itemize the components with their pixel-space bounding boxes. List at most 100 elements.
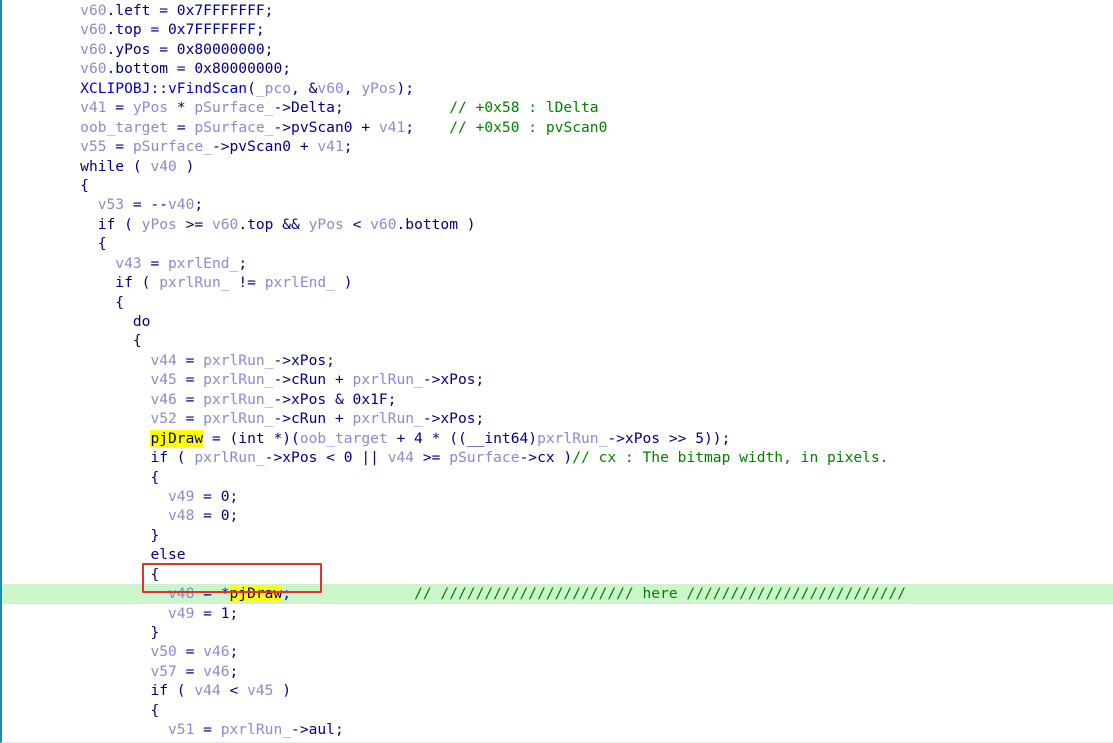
code-line[interactable]: v60.bottom = 0x80000000; xyxy=(2,59,1113,78)
code-line[interactable]: v45 = pxrlRun_->cRun + pxrlRun_->xPos; xyxy=(2,370,1113,389)
code-variable[interactable]: v60 xyxy=(80,41,106,58)
code-line[interactable]: v46 = pxrlRun_->xPos & 0x1F; xyxy=(2,390,1113,409)
code-variable[interactable]: yPos xyxy=(133,99,168,116)
code-line[interactable]: { xyxy=(2,565,1113,584)
code-variable[interactable]: pxrlRun_ xyxy=(537,430,607,447)
code-variable[interactable]: pxrlRun_ xyxy=(353,410,423,427)
code-line[interactable]: v57 = v46; xyxy=(2,662,1113,681)
code-variable[interactable]: v57 xyxy=(150,663,176,680)
code-variable[interactable]: pxrlRun_ xyxy=(203,352,273,369)
code-line[interactable]: if ( pxrlRun_->xPos < 0 || v44 >= pSurfa… xyxy=(2,448,1113,467)
code-line-current[interactable]: v48 = *pjDraw; // //////////////////////… xyxy=(2,584,1113,604)
code-line[interactable]: pjDraw = (int *)(oob_target + 4 * ((__in… xyxy=(2,429,1113,448)
code-variable[interactable]: pxrlRun_ xyxy=(203,410,273,427)
code-variable[interactable]: v60 xyxy=(212,216,238,233)
code-variable[interactable]: v60 xyxy=(80,21,106,38)
code-variable[interactable]: pxrlRun_ xyxy=(203,371,273,388)
code-variable[interactable]: v45 xyxy=(247,682,273,699)
code-variable[interactable]: oob_target xyxy=(80,119,168,136)
code-variable[interactable]: v45 xyxy=(150,371,176,388)
code-variable[interactable]: v52 xyxy=(150,410,176,427)
code-variable[interactable]: v41 xyxy=(317,138,343,155)
code-variable[interactable]: v60 xyxy=(317,80,343,97)
code-line[interactable]: v60.left = 0x7FFFFFFF; xyxy=(2,1,1113,20)
code-line[interactable]: else xyxy=(2,545,1113,564)
code-line[interactable]: v52 = pxrlRun_->cRun + pxrlRun_->xPos; xyxy=(2,409,1113,428)
code-line[interactable]: if ( pxrlRun_ != pxrlEnd_ ) xyxy=(2,273,1113,292)
code-variable[interactable]: v60 xyxy=(80,2,106,19)
code-line[interactable]: v51 = pxrlRun_->aul; xyxy=(2,720,1113,739)
pseudocode-view[interactable]: v60.left = 0x7FFFFFFF; v60.top = 0x7FFFF… xyxy=(0,0,1113,743)
code-variable[interactable]: pSurface_ xyxy=(133,138,212,155)
code-variable[interactable]: v49 xyxy=(168,488,194,505)
code-line[interactable]: { xyxy=(2,234,1113,253)
code-variable[interactable]: yPos xyxy=(142,216,177,233)
code-variable[interactable]: v43 xyxy=(115,255,141,272)
code-line[interactable]: { xyxy=(2,293,1113,312)
code-variable[interactable]: v44 xyxy=(150,352,176,369)
code-variable[interactable]: pxrlRun_ xyxy=(221,721,291,738)
code-variable[interactable]: yPos xyxy=(309,216,344,233)
code-line[interactable]: v43 = pxrlEnd_; xyxy=(2,254,1113,273)
code-line[interactable]: if ( v44 < v45 ) xyxy=(2,681,1113,700)
code-line[interactable]: } xyxy=(2,623,1113,642)
code-variable[interactable]: v41 xyxy=(80,99,106,116)
code-variable[interactable]: v41 xyxy=(379,119,405,136)
code-text-area[interactable]: v60.left = 0x7FFFFFFF; v60.top = 0x7FFFF… xyxy=(2,0,1113,742)
code-variable[interactable]: _pco xyxy=(256,80,291,97)
code-variable[interactable]: v44 xyxy=(194,682,220,699)
code-line[interactable]: while ( v40 ) xyxy=(2,157,1113,176)
code-variable[interactable]: v40 xyxy=(168,196,194,213)
code-variable[interactable]: oob_target xyxy=(300,430,388,447)
code-line[interactable]: v60.yPos = 0x80000000; xyxy=(2,40,1113,59)
highlighted-token[interactable]: pjDraw xyxy=(150,429,204,447)
code-variable[interactable]: v40 xyxy=(150,158,176,175)
code-variable[interactable]: pxrlRun_ xyxy=(203,391,273,408)
code-line[interactable]: v49 = 1; xyxy=(2,604,1113,623)
code-variable[interactable]: v60 xyxy=(80,60,106,77)
code-line[interactable]: v58 = (__int64)pxrlRun_->aul; xyxy=(2,740,1113,742)
code-function-name[interactable]: XCLIPOBJ::vFindScan xyxy=(80,80,247,97)
code-line[interactable]: XCLIPOBJ::vFindScan(_pco, &v60, yPos); xyxy=(2,79,1113,98)
code-variable[interactable]: v46 xyxy=(150,391,176,408)
code-line[interactable]: v53 = --v40; xyxy=(2,195,1113,214)
code-line[interactable]: if ( yPos >= v60.top && yPos < v60.botto… xyxy=(2,215,1113,234)
code-variable[interactable]: pSurface xyxy=(449,449,519,466)
code-variable[interactable]: v53 xyxy=(98,196,124,213)
code-variable[interactable]: pxrlEnd_ xyxy=(265,274,335,291)
code-variable[interactable]: pxrlRun_ xyxy=(353,371,423,388)
code-text: .bottom = 0x80000000; xyxy=(106,60,292,78)
code-variable[interactable]: v60 xyxy=(370,216,396,233)
code-variable[interactable]: v48 xyxy=(168,585,194,602)
code-line[interactable]: do xyxy=(2,312,1113,331)
code-line[interactable]: { xyxy=(2,701,1113,720)
code-line[interactable]: v44 = pxrlRun_->xPos; xyxy=(2,351,1113,370)
code-line[interactable]: v48 = 0; xyxy=(2,506,1113,525)
code-line[interactable]: oob_target = pSurface_->pvScan0 + v41; /… xyxy=(2,118,1113,137)
code-text: = xyxy=(106,99,133,117)
code-variable[interactable]: v51 xyxy=(168,721,194,738)
code-line[interactable]: v50 = v46; xyxy=(2,642,1113,661)
code-variable[interactable]: yPos xyxy=(361,80,396,97)
code-variable[interactable]: v46 xyxy=(203,663,229,680)
highlighted-token[interactable]: pjDraw xyxy=(229,585,283,603)
code-variable[interactable]: v46 xyxy=(203,643,229,660)
code-variable[interactable]: pxrlEnd_ xyxy=(168,255,238,272)
code-line[interactable]: v41 = yPos * pSurface_->Delta; // +0x58 … xyxy=(2,98,1113,117)
code-variable[interactable]: pSurface_ xyxy=(194,99,273,116)
code-variable[interactable]: pxrlRun_ xyxy=(159,274,229,291)
code-variable[interactable]: pxrlRun_ xyxy=(194,449,264,466)
code-line[interactable]: } xyxy=(2,526,1113,545)
code-line[interactable]: v60.top = 0x7FFFFFFF; xyxy=(2,20,1113,39)
code-line[interactable]: v49 = 0; xyxy=(2,487,1113,506)
code-variable[interactable]: pSurface_ xyxy=(194,119,273,136)
code-line[interactable]: { xyxy=(2,331,1113,350)
code-line[interactable]: v55 = pSurface_->pvScan0 + v41; xyxy=(2,137,1113,156)
code-variable[interactable]: v55 xyxy=(80,138,106,155)
code-variable[interactable]: v48 xyxy=(168,507,194,524)
code-line[interactable]: { xyxy=(2,468,1113,487)
code-line[interactable]: { xyxy=(2,176,1113,195)
code-variable[interactable]: v49 xyxy=(168,605,194,622)
code-variable[interactable]: v44 xyxy=(388,449,414,466)
code-variable[interactable]: v50 xyxy=(150,643,176,660)
